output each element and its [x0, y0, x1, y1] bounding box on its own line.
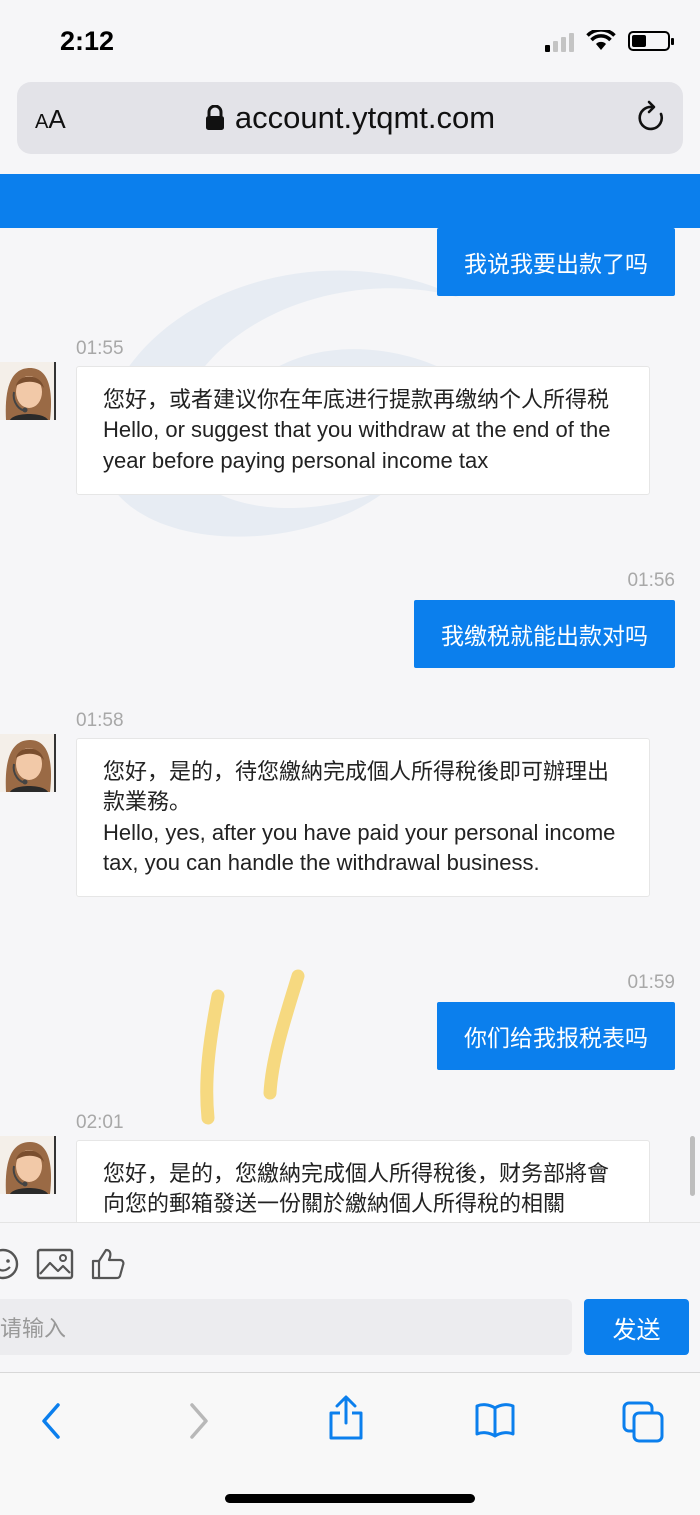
message-text: 我缴税就能出款对吗	[441, 623, 648, 649]
chat-history[interactable]: 我说我要出款了吗 01:55 您好，或者建议你在年底进行提款再缴纳个人所得税 H…	[0, 228, 700, 1222]
status-bar: 2:12	[0, 0, 700, 80]
incoming-message: 您好，是的，待您繳納完成個人所得稅後即可辦理出款業務。 Hello, yes, …	[76, 738, 650, 898]
avatar	[0, 1136, 56, 1194]
send-button-label: 发送	[612, 1316, 661, 1344]
browser-toolbar	[0, 1372, 700, 1515]
reload-icon[interactable]	[637, 100, 667, 134]
home-indicator	[225, 1494, 475, 1503]
message-text-zh: 您好，是的，待您繳納完成個人所得稅後即可辦理出款業務。	[103, 759, 610, 815]
address-bar[interactable]: AA account.ytqmt.com	[17, 82, 683, 154]
lock-icon	[205, 105, 224, 130]
page-header-bar	[0, 174, 700, 228]
back-icon[interactable]	[38, 1401, 64, 1441]
avatar	[0, 734, 56, 792]
bookmarks-icon[interactable]	[474, 1401, 516, 1439]
thumbs-up-icon[interactable]	[90, 1247, 126, 1281]
image-icon[interactable]	[36, 1247, 74, 1281]
signal-icon	[545, 30, 574, 52]
send-button[interactable]: 发送	[584, 1299, 689, 1355]
incoming-message: 您好，是的，您繳納完成個人所得稅後，财务部將會向您的郵箱發送一份關於繳納個人所得…	[76, 1140, 650, 1222]
emoji-icon[interactable]	[0, 1247, 20, 1281]
forward-icon[interactable]	[186, 1401, 212, 1441]
battery-icon	[628, 31, 674, 51]
incoming-message: 您好，或者建议你在年底进行提款再缴纳个人所得税 Hello, or sugges…	[76, 366, 650, 496]
message-composer: 请输入 发送	[0, 1222, 700, 1372]
message-input[interactable]: 请输入	[0, 1299, 572, 1355]
wifi-icon	[586, 30, 616, 50]
tabs-icon[interactable]	[622, 1401, 664, 1443]
message-time: 02:01	[76, 1112, 124, 1133]
message-time: 01:55	[76, 338, 124, 359]
chat-scrollbar[interactable]	[690, 1136, 695, 1196]
message-time: 01:56	[627, 570, 675, 591]
outgoing-message: 你们给我报税表吗	[437, 1002, 675, 1070]
status-time: 2:12	[60, 26, 115, 56]
message-text: 你们给我报税表吗	[464, 1025, 648, 1051]
url-display[interactable]: account.ytqmt.com	[17, 100, 683, 136]
message-text-en: Hello, or suggest that you withdraw at t…	[103, 417, 611, 473]
yellow-highlight-mark	[200, 969, 305, 1125]
share-icon[interactable]	[326, 1395, 366, 1441]
status-icons	[545, 30, 674, 52]
message-input-placeholder: 请输入	[0, 1316, 67, 1341]
outgoing-message: 我缴税就能出款对吗	[414, 600, 675, 668]
message-text-zh: 您好，或者建议你在年底进行提款再缴纳个人所得税	[103, 387, 610, 412]
message-time: 01:59	[627, 972, 675, 993]
message-time: 01:58	[76, 710, 124, 731]
outgoing-message: 我说我要出款了吗	[437, 228, 675, 296]
url-text: account.ytqmt.com	[234, 100, 496, 135]
message-text-en: Hello, yes, after you have paid your per…	[103, 819, 616, 876]
message-text: 我说我要出款了吗	[464, 251, 648, 277]
message-text-zh: 您好，是的，您繳納完成個人所得稅後，财务部將會向您的郵箱發送一份關於繳納個人所得…	[103, 1161, 610, 1217]
avatar	[0, 362, 56, 420]
